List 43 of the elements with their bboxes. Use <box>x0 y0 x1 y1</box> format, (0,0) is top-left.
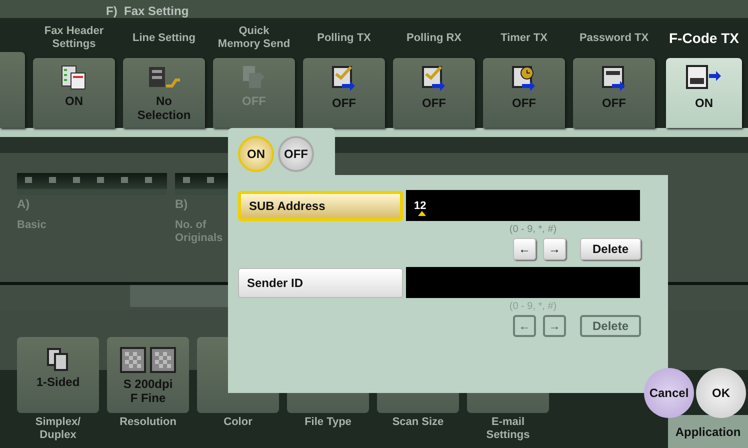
checked-document-icon <box>420 64 448 92</box>
tile-caption: Color <box>224 416 252 429</box>
function-tile[interactable]: OFF <box>483 58 565 128</box>
tile-caption: E-mail Settings <box>486 416 530 442</box>
setting-tile[interactable]: 1-Sided <box>17 337 99 413</box>
application-button[interactable]: Application <box>668 415 748 448</box>
pages-icon <box>46 347 70 371</box>
binary-document-icon <box>685 64 723 92</box>
tile-caption: Scan Size <box>392 416 444 429</box>
delete-button[interactable]: Delete <box>580 238 641 260</box>
tile-caption: Polling TX <box>316 30 372 46</box>
toggle-button[interactable]: OFF <box>278 136 314 172</box>
checkered-squares-icon <box>120 347 176 373</box>
tile-caption: Line Setting <box>132 30 196 46</box>
fax-machine-icon <box>147 64 181 90</box>
group-title: F) Fax Setting <box>106 4 189 18</box>
tile-caption: Resolution <box>120 416 176 429</box>
checked-document-icon <box>330 64 358 92</box>
input-field[interactable] <box>406 267 640 298</box>
tile-caption: Timer TX <box>500 30 548 46</box>
function-tile[interactable]: ON <box>33 58 115 128</box>
tile-caption: Fax Header Settings <box>43 24 105 52</box>
function-tile[interactable]: OFF <box>303 58 385 128</box>
tile-caption: Simplex/ Duplex <box>35 416 81 442</box>
toggle-button[interactable]: ON <box>238 136 274 172</box>
input-field[interactable]: 12 <box>406 190 640 221</box>
function-tile[interactable]: No Selection <box>123 58 205 128</box>
field-label-button[interactable]: SUB Address <box>238 190 403 220</box>
tile-caption: Password TX <box>578 30 650 46</box>
clock-document-icon <box>510 64 538 92</box>
function-tile[interactable]: OFF <box>573 58 655 128</box>
input-hint: (0 - 9, *, #) <box>508 224 558 235</box>
document-list-icon <box>61 64 87 90</box>
right-arrow-button[interactable]: → <box>543 238 566 260</box>
tile-caption: F-Code TX <box>668 28 740 48</box>
cursor-icon <box>418 211 426 216</box>
left-arrow-button[interactable]: ← <box>513 238 536 260</box>
tile-caption: File Type <box>304 416 352 429</box>
tile-caption: Quick Memory Send <box>216 24 292 52</box>
function-tile[interactable]: ON <box>666 58 742 128</box>
tile-caption: Polling RX <box>406 30 462 46</box>
function-tile[interactable]: OFF <box>393 58 475 128</box>
setting-tile[interactable]: S 200dpi F Fine <box>107 337 189 413</box>
